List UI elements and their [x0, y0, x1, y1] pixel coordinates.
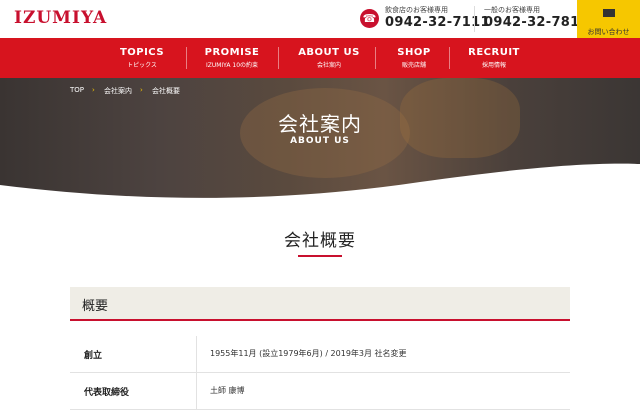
- page-title: 会社案内: [278, 112, 362, 136]
- row-divider: [196, 373, 197, 409]
- row-divider: [196, 336, 197, 372]
- section-title-underline: [298, 255, 342, 257]
- row-value: 1955年11月 (設立1979年6月) / 2019年3月 社名変更: [210, 349, 407, 358]
- section-title: 会社概要: [284, 231, 356, 251]
- main-nav: TOPICS トピックス PROMISE IZUMIYA 10の約束 ABOUT…: [0, 38, 640, 78]
- breadcrumb-parent[interactable]: 会社案内: [104, 86, 132, 96]
- nav-label-en: PROMISE: [204, 47, 260, 58]
- nav-label-en: RECRUIT: [468, 47, 520, 58]
- nav-item-recruit[interactable]: RECRUIT 採用情報: [444, 38, 544, 78]
- overview-heading: 概要: [70, 287, 570, 321]
- table-row: 代表取締役 土師 康博: [70, 373, 570, 410]
- contact-general[interactable]: 一般のお客様専用 0942-32-7813: [484, 6, 589, 31]
- table-row: 創立 1955年11月 (設立1979年6月) / 2019年3月 社名変更: [70, 336, 570, 373]
- breadcrumb-current: 会社概要: [152, 87, 180, 95]
- hero-wave-divider: [0, 163, 640, 200]
- nav-item-topics[interactable]: TOPICS トピックス: [92, 38, 192, 78]
- site-logo[interactable]: IZUMIYA: [14, 8, 107, 28]
- contact-label: 一般のお客様専用: [484, 6, 540, 14]
- mail-icon: [602, 9, 615, 17]
- nav-label-jp: 採用情報: [481, 62, 506, 69]
- nav-item-promise[interactable]: PROMISE IZUMIYA 10の約束: [182, 38, 282, 78]
- breadcrumb-top[interactable]: TOP: [70, 86, 84, 94]
- inquiry-label: お問い合わせ: [587, 28, 630, 36]
- contact-divider: [474, 6, 475, 32]
- row-key: 代表取締役: [84, 388, 130, 398]
- breadcrumb-chevron-icon: ›: [140, 86, 143, 94]
- nav-label-jp: IZUMIYA 10の約束: [205, 62, 259, 69]
- row-value: 土師 康博: [210, 386, 245, 395]
- nav-label-jp: トピックス: [127, 62, 157, 69]
- contact-number[interactable]: 0942-32-7813: [484, 15, 589, 31]
- breadcrumb-chevron-icon: ›: [92, 86, 95, 94]
- header-bar: IZUMIYA ☎ 飲食店のお客様専用 0942-32-7111 一般のお客様専…: [0, 0, 640, 38]
- phone-icon: ☎: [360, 9, 379, 28]
- page-subtitle: ABOUT US: [290, 136, 350, 146]
- row-key: 創立: [84, 351, 103, 361]
- inquiry-button[interactable]: お問い合わせ: [577, 0, 640, 38]
- overview-heading-text: 概要: [82, 299, 109, 314]
- nav-label-en: TOPICS: [119, 47, 165, 58]
